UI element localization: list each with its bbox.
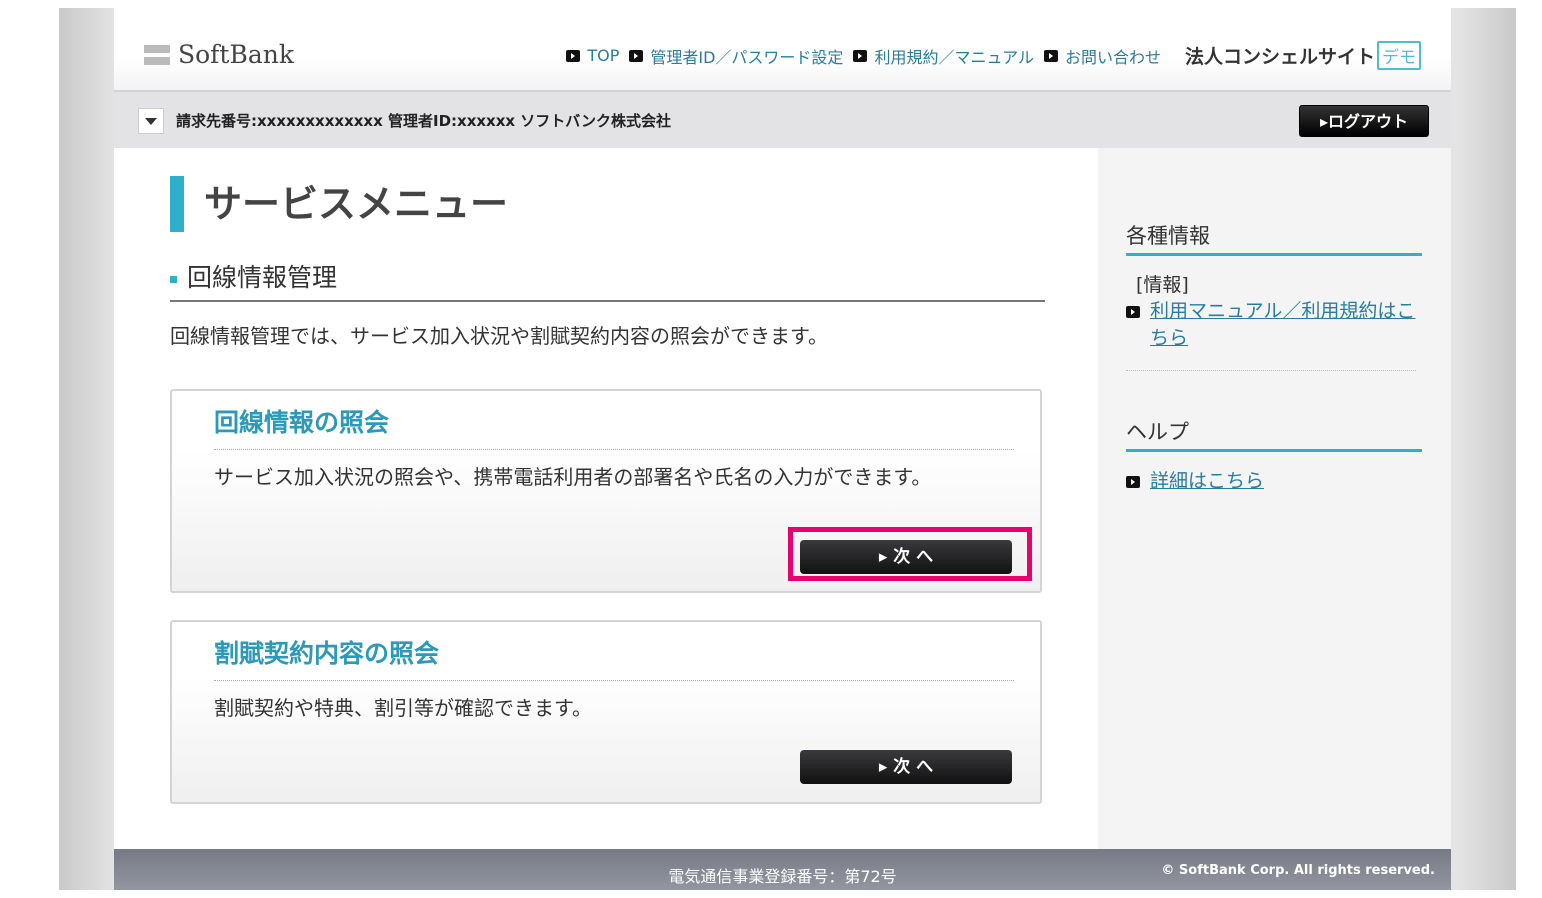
section-description: 回線情報管理では、サービス加入状況や割賦契約内容の照会ができます。 — [170, 324, 828, 348]
logout-button[interactable]: ▸ログアウト — [1299, 105, 1429, 137]
card-installment-info: 割賦契約内容の照会 割賦契約や特典、割引等が確認できます。 ▸ 次 へ — [170, 620, 1042, 804]
top-nav: TOP 管理者ID／パスワード設定 利用規約／マニュアル お問い合わせ 法人コン… — [566, 41, 1421, 70]
highlight-box — [788, 527, 1032, 581]
logo-bars-icon — [144, 44, 170, 65]
sidebar: 各種情報 [情報] 利用マニュアル／利用規約はこちら ヘルプ 詳細はこちら — [1098, 148, 1451, 849]
help-details-link[interactable]: 詳細はこちら — [1126, 468, 1264, 495]
footer: 電気通信事業登録番号：第72号 © SoftBank Corp. All rig… — [114, 849, 1451, 890]
nav-terms-manual[interactable]: 利用規約／マニュアル — [853, 44, 1034, 68]
arrow-bullet-icon — [629, 49, 644, 62]
logo-text: SoftBank — [178, 40, 295, 69]
nav-label: TOP — [587, 46, 620, 65]
card-title: 回線情報の照会 — [214, 403, 1014, 450]
arrow-bullet-icon — [1043, 49, 1058, 62]
card-text: 割賦契約や特典、割引等が確認できます。 — [214, 696, 592, 720]
nav-label: 利用規約／マニュアル — [874, 47, 1034, 67]
account-bar: 請求先番号:xxxxxxxxxxxxx 管理者ID:xxxxxx ソフトバンク株… — [114, 92, 1451, 148]
header: SoftBank TOP 管理者ID／パスワード設定 利用規約／マニュアル お問… — [114, 8, 1451, 92]
nav-top[interactable]: TOP — [566, 46, 619, 65]
link-label: 詳細はこちら — [1150, 470, 1265, 492]
demo-badge: デモ — [1377, 41, 1421, 70]
page-title: サービスメニュー — [170, 176, 508, 232]
nav-contact[interactable]: お問い合わせ — [1043, 44, 1161, 68]
info-label: [情報] — [1136, 274, 1189, 296]
account-toggle-chevron-down-icon[interactable] — [138, 108, 164, 134]
manual-terms-link[interactable]: 利用マニュアル／利用規約はこちら — [1126, 298, 1416, 371]
site-title: 法人コンシェルサイト — [1184, 46, 1375, 68]
nav-label: お問い合わせ — [1064, 47, 1161, 67]
card-text: サービス加入状況の照会や、携帯電話利用者の部署名や氏名の入力ができます。 — [214, 465, 932, 489]
page: SoftBank TOP 管理者ID／パスワード設定 利用規約／マニュアル お問… — [114, 8, 1451, 890]
sidebar-heading-info: 各種情報 — [1126, 220, 1422, 256]
account-info: 請求先番号:xxxxxxxxxxxxx 管理者ID:xxxxxx ソフトバンク株… — [176, 112, 672, 130]
main-content: サービスメニュー 回線情報管理 回線情報管理では、サービス加入状況や割賦契約内容… — [114, 148, 1098, 849]
sidebar-heading-help: ヘルプ — [1126, 416, 1422, 452]
link-label: 利用マニュアル／利用規約はこちら — [1150, 300, 1416, 349]
softbank-logo[interactable]: SoftBank — [144, 40, 294, 69]
nav-label: 管理者ID／パスワード設定 — [650, 47, 844, 67]
arrow-bullet-icon — [1126, 476, 1140, 488]
nav-admin-password[interactable]: 管理者ID／パスワード設定 — [629, 44, 843, 68]
arrow-bullet-icon — [853, 49, 868, 62]
card-title: 割賦契約内容の照会 — [214, 634, 1014, 681]
arrow-bullet-icon — [1126, 306, 1140, 318]
copyright: © SoftBank Corp. All rights reserved. — [1161, 863, 1435, 878]
next-button[interactable]: ▸ 次 へ — [800, 750, 1012, 784]
section-heading: 回線情報管理 — [170, 258, 1045, 302]
arrow-bullet-icon — [566, 49, 581, 62]
